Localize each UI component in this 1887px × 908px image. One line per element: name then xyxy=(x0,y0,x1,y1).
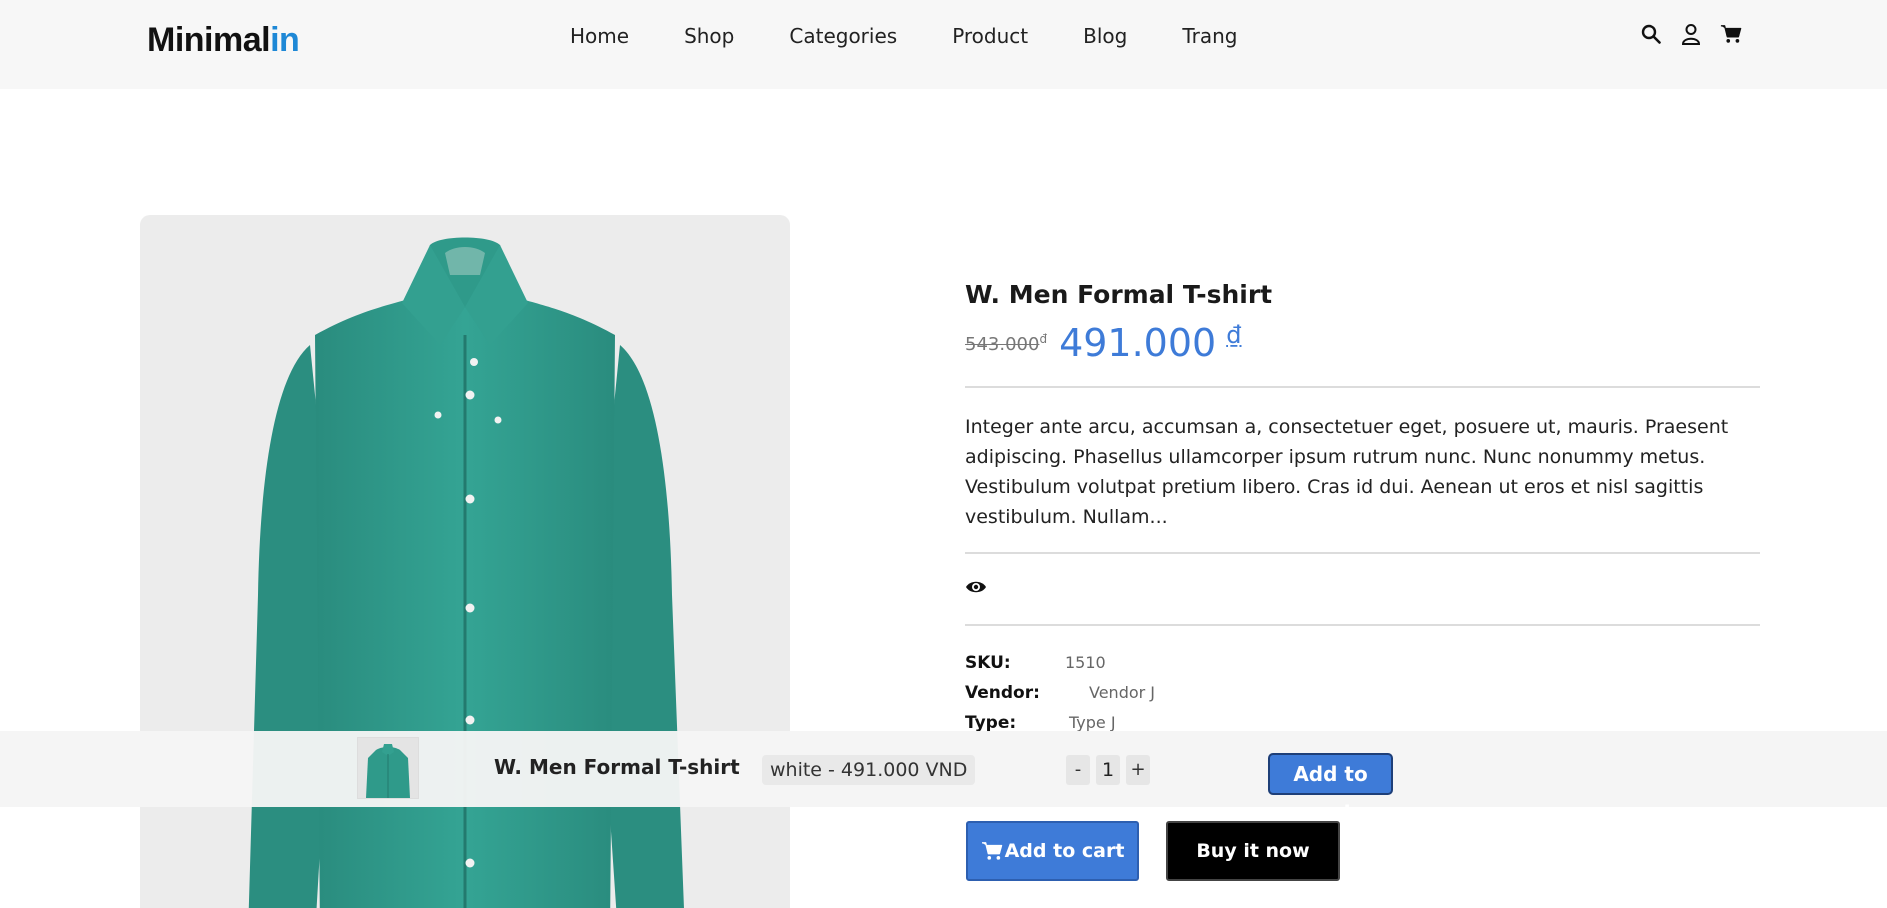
cart-icon xyxy=(981,841,1003,861)
nav-product[interactable]: Product xyxy=(952,22,1028,50)
increase-quantity-button[interactable]: + xyxy=(1126,755,1150,785)
variant-select[interactable]: white - 491.000 VND xyxy=(762,755,976,785)
add-to-cart-label: Add to cart xyxy=(1004,840,1125,862)
price-row: 543.000 đ 491.000 ₫ xyxy=(965,320,1760,366)
sticky-product-thumbnail xyxy=(357,737,419,799)
old-price: 543.000 xyxy=(965,334,1040,355)
product-title: W. Men Formal T-shirt xyxy=(965,280,1273,309)
nav-home[interactable]: Home xyxy=(570,22,629,50)
vendor-value: Vendor J xyxy=(1089,683,1156,702)
header-icons xyxy=(1640,22,1742,46)
viewers-row xyxy=(965,554,1760,624)
vendor-label: Vendor: xyxy=(965,683,1040,703)
nav-shop[interactable]: Shop xyxy=(684,22,734,50)
quantity-value[interactable]: 1 xyxy=(1096,755,1120,785)
site-header: Minimalin Home Shop Categories Product B… xyxy=(0,0,1887,89)
sticky-product-title: W. Men Formal T-shirt xyxy=(494,755,740,779)
sku-row: SKU: 1510 xyxy=(965,648,1760,678)
product-meta: SKU: 1510 Vendor: Vendor J Type: Type J xyxy=(965,648,1760,738)
sku-value: 1510 xyxy=(1065,653,1106,672)
quantity-stepper: - 1 + xyxy=(1066,755,1150,785)
product-description: Integer ante arcu, accumsan a, consectet… xyxy=(965,416,1729,528)
decrease-quantity-button[interactable]: - xyxy=(1066,755,1090,785)
nav-categories[interactable]: Categories xyxy=(789,22,897,50)
product-info: W. Men Formal T-shirt 543.000 đ 491.000 … xyxy=(965,278,1760,738)
sticky-add-to-cart-button[interactable]: Add to cart xyxy=(1268,753,1393,824)
sale-price: 491.000 xyxy=(1059,321,1217,365)
logo[interactable]: Minimalin xyxy=(147,18,300,62)
add-to-cart-button[interactable]: Add to cart xyxy=(966,821,1139,881)
vendor-row: Vendor: Vendor J xyxy=(965,678,1760,708)
divider xyxy=(965,386,1760,388)
search-icon[interactable] xyxy=(1640,22,1662,46)
cart-icon[interactable] xyxy=(1720,22,1742,46)
eye-icon xyxy=(965,579,987,599)
divider xyxy=(965,624,1760,626)
logo-accent: in xyxy=(270,21,300,59)
main-nav: Home Shop Categories Product Blog Trang xyxy=(570,22,1292,50)
nav-trang[interactable]: Trang xyxy=(1182,22,1237,50)
old-price-currency: đ xyxy=(1039,332,1048,346)
logo-main: Minimal xyxy=(147,21,271,59)
user-icon[interactable] xyxy=(1680,22,1702,46)
sticky-cart-bar: W. Men Formal T-shirt white - 491.000 VN… xyxy=(0,731,1887,824)
sku-label: SKU: xyxy=(965,653,1011,673)
sale-price-currency: ₫ xyxy=(1226,321,1242,349)
nav-blog[interactable]: Blog xyxy=(1083,22,1127,50)
